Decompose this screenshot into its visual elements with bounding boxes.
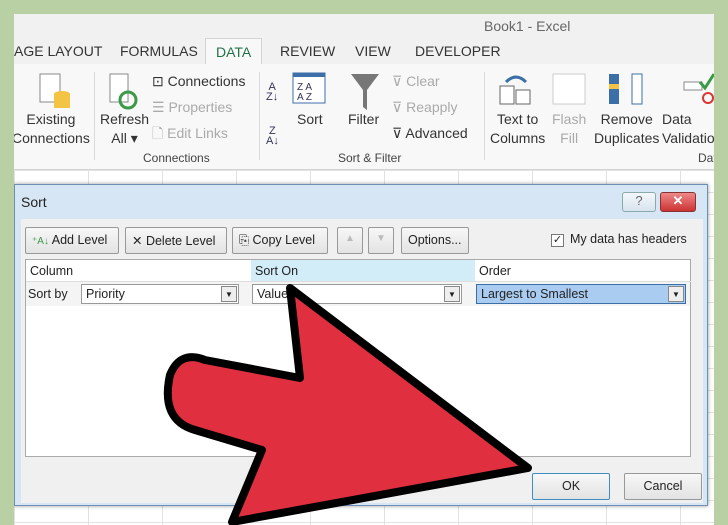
arrow-shape [163, 284, 532, 525]
red-pointer-arrow-icon [163, 284, 532, 525]
